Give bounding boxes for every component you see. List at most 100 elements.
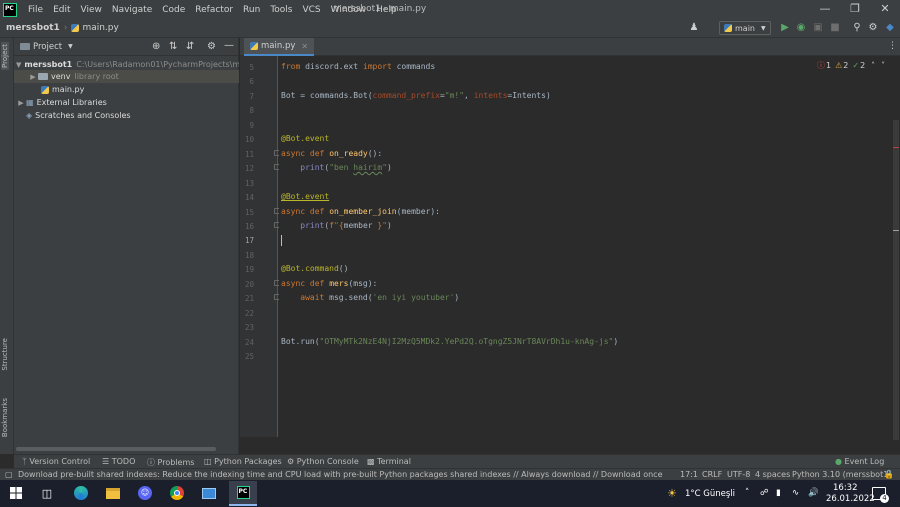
expand-all-icon[interactable]: ⇅: [169, 41, 177, 52]
tree-item-venv[interactable]: ▶ venv library root: [14, 70, 239, 83]
wifi-icon[interactable]: ∿: [792, 488, 799, 498]
line-number: 9: [249, 121, 254, 130]
code-line: Bot.run("OTMyMTk2NzE4NjI2MzQ5MDk2.YePd2Q…: [281, 337, 619, 346]
run-config-selector[interactable]: main ▼: [719, 21, 771, 35]
clock-date[interactable]: 26.01.2022: [826, 494, 875, 504]
app-window-icon[interactable]: [198, 484, 220, 502]
search-icon[interactable]: ⚲: [851, 22, 863, 34]
locate-icon[interactable]: ⊕: [152, 41, 160, 52]
line-number: 18: [244, 251, 254, 260]
indent-setting[interactable]: 4 spaces: [755, 470, 790, 479]
tool-bookmarks-tab[interactable]: Bookmarks: [1, 398, 9, 437]
clock-time[interactable]: 16:32: [833, 483, 858, 493]
tree-item-main-py[interactable]: main.py: [14, 83, 239, 96]
notifications-icon[interactable]: 4: [872, 487, 889, 503]
tree-item-path: C:\Users\Radamon01\PycharmProjects\mer: [76, 60, 239, 69]
tool-terminal[interactable]: ▩ Terminal: [367, 457, 411, 466]
tab-main-py[interactable]: main.py ✕: [244, 38, 315, 56]
close-tab-icon[interactable]: ✕: [301, 42, 308, 51]
show-hidden-icons-icon[interactable]: ˄: [745, 488, 749, 498]
coverage-icon[interactable]: ▣: [812, 22, 824, 34]
menu-edit[interactable]: Edit: [48, 5, 75, 15]
folder-icon: [38, 73, 48, 80]
line-separator[interactable]: CRLF: [702, 470, 722, 479]
line-number: 25: [244, 352, 254, 361]
previous-highlight-icon[interactable]: ˄: [871, 61, 875, 70]
collapsed-arrow-icon[interactable]: ▶: [28, 73, 38, 81]
settings-icon[interactable]: ⚙: [867, 22, 879, 34]
tool-label: Problems: [157, 458, 195, 467]
discord-icon[interactable]: ☺: [134, 484, 156, 502]
volume-icon[interactable]: 🔊: [808, 488, 819, 498]
menu-refactor[interactable]: Refactor: [190, 5, 238, 15]
file-explorer-icon[interactable]: [102, 484, 124, 502]
file-encoding[interactable]: UTF-8: [727, 470, 750, 479]
tool-structure-tab[interactable]: Structure: [1, 338, 9, 371]
tool-python-packages[interactable]: ◫ Python Packages: [204, 457, 282, 466]
horizontal-scrollbar[interactable]: [16, 447, 216, 451]
menu-vcs[interactable]: VCS: [297, 5, 325, 15]
debug-icon[interactable]: ◉: [795, 22, 807, 34]
tree-item-scratches[interactable]: ◈ Scratches and Consoles: [14, 109, 239, 122]
menu-code[interactable]: Code: [157, 5, 190, 15]
menu-file[interactable]: File: [23, 5, 48, 15]
status-message[interactable]: Download pre-built shared indexes: Reduc…: [18, 470, 663, 479]
caret-position[interactable]: 17:1: [680, 470, 698, 479]
gear-icon[interactable]: ⚙: [207, 41, 216, 52]
user-icon[interactable]: ♟: [688, 22, 700, 34]
more-icon[interactable]: ⋮: [888, 41, 897, 51]
tool-problems[interactable]: ⓘ Problems: [147, 457, 194, 468]
tool-python-console[interactable]: ⚙ Python Console: [287, 457, 359, 466]
menu-navigate[interactable]: Navigate: [107, 5, 157, 15]
tool-event-log[interactable]: ● Event Log: [835, 457, 884, 466]
error-marker[interactable]: [893, 147, 899, 148]
battery-icon[interactable]: ▮: [776, 488, 781, 498]
pycharm-taskbar-icon[interactable]: PC: [229, 481, 257, 506]
inspection-widget[interactable]: ⓘ 1 ⚠ 2 ✓ 2 ˄ ˅: [817, 60, 885, 71]
plugin-icon[interactable]: ◆: [884, 22, 896, 34]
chrome-icon[interactable]: [166, 484, 188, 502]
collapse-all-icon[interactable]: ⇵: [186, 41, 194, 52]
expanded-arrow-icon[interactable]: ▼: [16, 61, 21, 69]
task-view-icon[interactable]: ◫: [36, 484, 58, 502]
code-editor[interactable]: from discord.ext import commands Bot = c…: [279, 56, 892, 437]
network-drive-icon[interactable]: ☍: [760, 488, 769, 498]
weather-label[interactable]: 1°C Güneşli: [685, 489, 735, 499]
hide-icon[interactable]: —: [224, 40, 234, 51]
tool-version-control[interactable]: ᛉ Version Control: [22, 457, 90, 466]
tool-project-tab[interactable]: Project: [1, 42, 9, 70]
edge-icon[interactable]: [70, 484, 92, 502]
close-icon[interactable]: ✕: [870, 2, 900, 17]
breadcrumb-project[interactable]: merssbot1: [0, 23, 60, 33]
weak-warning-count: 2: [860, 61, 866, 70]
next-highlight-icon[interactable]: ˅: [881, 61, 885, 70]
run-icon[interactable]: ▶: [779, 22, 791, 34]
tree-item-external-libraries[interactable]: ▶ ▦ External Libraries: [14, 96, 239, 109]
lock-icon[interactable]: 🔓: [884, 470, 894, 479]
line-number: 19: [244, 265, 254, 274]
windows-start-icon[interactable]: [5, 484, 27, 502]
collapsed-arrow-icon[interactable]: ▶: [16, 99, 26, 107]
notification-count: 4: [880, 494, 889, 503]
tool-todo[interactable]: ☰ TODO: [102, 457, 135, 466]
python-interpreter[interactable]: Python 3.10 (merssbot1): [792, 470, 891, 479]
tool-label: Python Console: [296, 457, 359, 466]
project-header-label[interactable]: Project: [33, 42, 62, 52]
restore-icon[interactable]: ❐: [840, 2, 870, 17]
status-toggle-icon[interactable]: ▢: [5, 470, 13, 479]
stop-icon[interactable]: ■: [829, 22, 841, 34]
minimize-icon[interactable]: —: [810, 2, 840, 17]
pycharm-logo: PC: [3, 2, 17, 17]
menu-view[interactable]: View: [76, 5, 107, 15]
menu-run[interactable]: Run: [238, 5, 265, 15]
line-number: 5: [249, 63, 254, 72]
warning-marker[interactable]: [893, 230, 899, 231]
error-stripe[interactable]: [892, 56, 900, 440]
line-number: 24: [244, 338, 254, 347]
scroll-thumb[interactable]: [893, 120, 899, 440]
breadcrumb-file[interactable]: main.py: [82, 23, 118, 33]
weather-icon[interactable]: ☀: [667, 487, 677, 500]
python-file-icon: [41, 85, 49, 94]
menu-tools[interactable]: Tools: [265, 5, 297, 15]
chevron-down-icon[interactable]: ▼: [68, 43, 73, 50]
